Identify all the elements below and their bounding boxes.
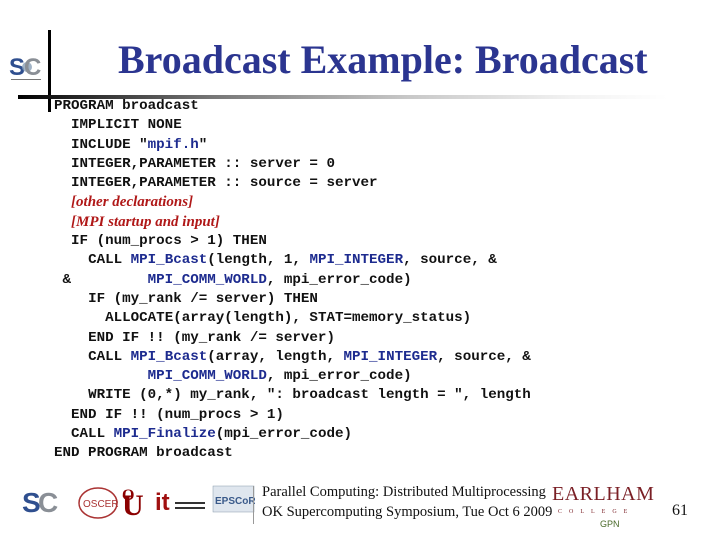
code-line: [other declarations]	[54, 193, 531, 212]
code-line: CALL MPI_Bcast(array, length, MPI_INTEGE…	[54, 348, 531, 367]
code-line: IMPLICIT NONE	[54, 116, 531, 135]
code-text: (length, 1,	[207, 252, 310, 269]
code-text: CALL	[71, 426, 114, 443]
code-line: IF (my_rank /= server) THEN	[54, 290, 531, 309]
earlham-name: EARLHAM	[552, 483, 655, 505]
ou-logo-icon: U O	[122, 487, 144, 522]
code-line: [MPI startup and input]	[54, 213, 531, 232]
code-identifier: MPI_Finalize	[113, 426, 216, 443]
svg-text:OSCER: OSCER	[83, 499, 119, 510]
code-text: IF (num_procs > 1) THEN	[71, 233, 267, 250]
footer-divider	[253, 486, 254, 524]
ou-it-logo-icon: it	[155, 489, 205, 516]
code-text: IF (my_rank /= server) THEN	[88, 290, 318, 307]
code-text: ALLOCATE(array(length), STAT=memory_stat…	[105, 310, 472, 327]
code-identifier: MPI_Bcast	[130, 252, 208, 269]
code-text: INCLUDE "	[71, 136, 148, 153]
sc-logo-icon: S C	[9, 54, 41, 81]
code-placeholder-comment: [other declarations]	[71, 194, 194, 211]
footer-line-1: Parallel Computing: Distributed Multipro…	[262, 484, 546, 500]
code-line: IF (num_procs > 1) THEN	[54, 232, 531, 251]
code-identifier: mpif.h	[147, 136, 199, 153]
gpn-logo-icon: GPN	[600, 519, 620, 529]
code-line: MPI_COMM_WORLD, mpi_error_code)	[54, 367, 531, 386]
code-line: END IF !! (num_procs > 1)	[54, 406, 531, 425]
code-line: END IF !! (my_rank /= server)	[54, 329, 531, 348]
code-text: CALL	[88, 252, 131, 269]
epscor-logo-icon: EPSCoR	[212, 485, 255, 513]
code-text: , mpi_error_code)	[266, 368, 412, 385]
code-line: CALL MPI_Finalize(mpi_error_code)	[54, 425, 531, 444]
code-text: CALL	[88, 348, 131, 365]
earlham-college: COLLEGE	[558, 509, 635, 515]
code-text: INTEGER,PARAMETER :: source = server	[71, 175, 378, 192]
code-listing: PROGRAM broadcast IMPLICIT NONE INCLUDE …	[54, 97, 531, 464]
code-text: INTEGER,PARAMETER :: server = 0	[71, 155, 335, 172]
earlham-logo: EARLHAM COLLEGE GPN	[548, 483, 668, 535]
code-placeholder-comment: [MPI startup and input]	[71, 213, 220, 230]
code-line: ALLOCATE(array(length), STAT=memory_stat…	[54, 309, 531, 328]
slide-title: Broadcast Example: Broadcast	[118, 37, 648, 82]
oscer-logo-icon: OSCER	[78, 487, 119, 519]
code-text: END IF !! (my_rank /= server)	[88, 329, 335, 346]
code-line: WRITE (0,*) my_rank, ": broadcast length…	[54, 386, 531, 405]
code-line: INTEGER,PARAMETER :: server = 0	[54, 155, 531, 174]
code-text: END IF !! (num_procs > 1)	[71, 406, 284, 423]
title-vertical-rule	[48, 30, 51, 112]
footer-sponsor-logos: S C OSCER U O it EPSCoR	[22, 485, 255, 522]
code-text: END PROGRAM broadcast	[54, 445, 233, 462]
svg-text:O: O	[122, 487, 134, 504]
svg-text:C: C	[24, 54, 41, 81]
code-text: WRITE (0,*) my_rank, ": broadcast length…	[88, 387, 531, 404]
footer-line-2: OK Supercomputing Symposium, Tue Oct 6 2…	[262, 504, 553, 520]
code-line: & MPI_COMM_WORLD, mpi_error_code)	[54, 271, 531, 290]
code-identifier: MPI_COMM_WORLD	[147, 271, 267, 288]
code-identifier: MPI_INTEGER	[343, 348, 438, 365]
code-line: INTEGER,PARAMETER :: source = server	[54, 174, 531, 193]
svg-text:it: it	[155, 489, 170, 516]
code-text: (array, length,	[207, 348, 344, 365]
svg-text:EPSCoR: EPSCoR	[215, 496, 255, 507]
code-identifier: MPI_INTEGER	[309, 252, 404, 269]
code-line: INCLUDE "mpif.h"	[54, 136, 531, 155]
sc-footer-logo-icon: S C	[22, 487, 58, 518]
code-line: CALL MPI_Bcast(length, 1, MPI_INTEGER, s…	[54, 251, 531, 270]
code-text: , source, &	[403, 252, 497, 269]
code-text: , source, &	[437, 348, 531, 365]
code-text: (mpi_error_code)	[215, 426, 353, 443]
code-identifier: MPI_Bcast	[130, 348, 208, 365]
code-text: PROGRAM broadcast	[54, 98, 199, 114]
svg-text:C: C	[38, 487, 58, 518]
code-identifier: MPI_COMM_WORLD	[147, 368, 267, 385]
code-text: &	[62, 271, 148, 288]
code-text: "	[198, 136, 208, 153]
code-text: , mpi_error_code)	[266, 271, 412, 288]
code-text: IMPLICIT NONE	[71, 117, 182, 134]
code-line: PROGRAM broadcast	[54, 97, 531, 116]
page-number: 61	[672, 502, 688, 519]
footer-text: Parallel Computing: Distributed Multipro…	[262, 482, 552, 522]
code-line: END PROGRAM broadcast	[54, 444, 531, 463]
